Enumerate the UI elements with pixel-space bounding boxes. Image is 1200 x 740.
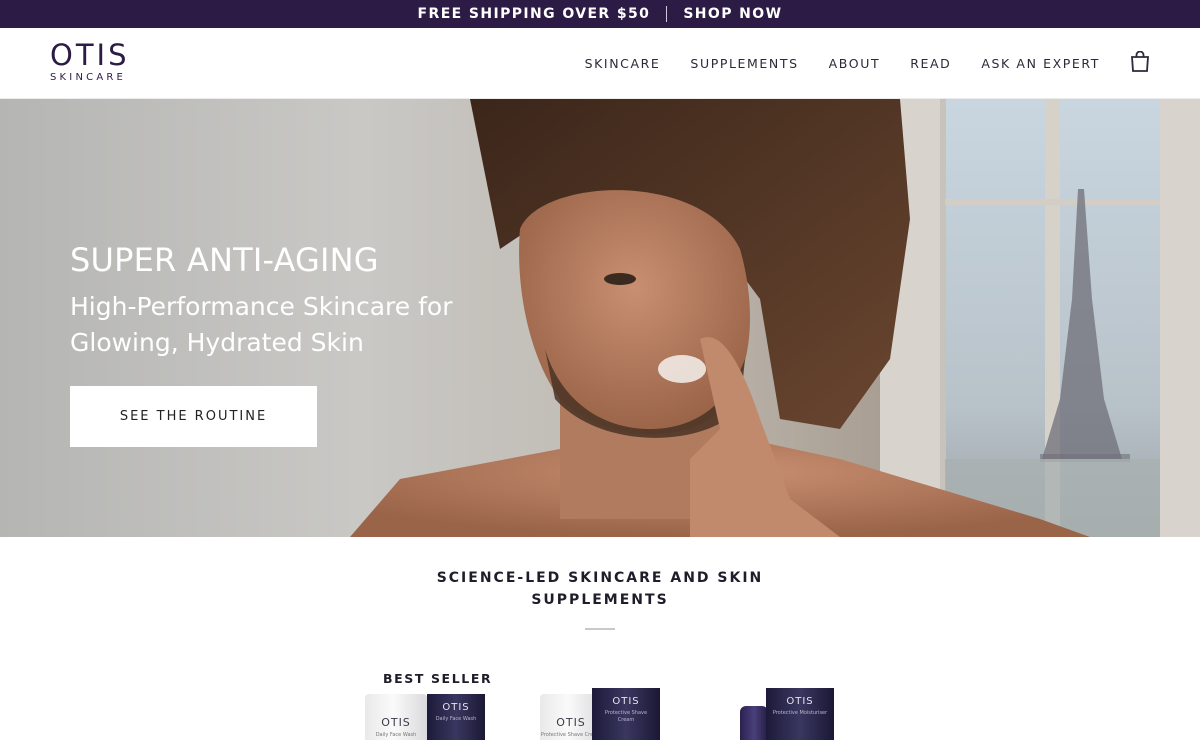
logo-subtitle: SKINCARE <box>50 72 127 83</box>
box-brand: OTIS <box>442 702 470 713</box>
free-shipping-text: FREE SHIPPING OVER $50 <box>417 6 651 22</box>
hero-banner: SUPER ANTI-AGING High-Performance Skinca… <box>0 99 1200 537</box>
section-title: SCIENCE-LED SKINCARE AND SKIN SUPPLEMENT… <box>436 570 764 608</box>
product-card[interactable]: OTIS Daily Face Wash OTIS Daily Face Was… <box>365 686 490 740</box>
hero-subtitle: High-Performance Skincare for Glowing, H… <box>70 292 453 357</box>
section-divider <box>585 628 615 630</box>
tube-text: Daily Face Wash <box>375 732 417 738</box>
product-card[interactable]: OTIS Protective Shave Cream OTIS Protect… <box>540 686 665 740</box>
see-the-routine-button[interactable]: SEE THE ROUTINE <box>70 386 317 447</box>
hero-title: SUPER ANTI-AGING <box>70 241 379 279</box>
box-brand: OTIS <box>786 696 814 707</box>
best-seller-badge: BEST SELLER <box>383 671 493 686</box>
product-box: OTIS Protective Moisturiser <box>766 688 834 740</box>
site-header: OTIS SKINCARE SKINCARE SUPPLEMENTS ABOUT… <box>0 28 1200 99</box>
nav-skincare[interactable]: SKINCARE <box>585 56 661 71</box>
product-bottle <box>740 706 768 740</box>
brand-logo[interactable]: OTIS SKINCARE <box>50 38 160 84</box>
shopping-bag-icon[interactable] <box>1129 51 1151 73</box>
box-brand: OTIS <box>612 696 640 707</box>
main-nav: SKINCARE SUPPLEMENTS ABOUT READ ASK AN E… <box>555 28 1100 99</box>
box-text: Protective Moisturiser <box>772 710 828 716</box>
logo-wordmark: OTIS <box>50 38 130 72</box>
product-card[interactable]: OTIS Protective Moisturiser <box>740 686 840 740</box>
announcement-divider <box>666 6 668 22</box>
product-box: OTIS Protective Shave Cream <box>592 688 660 740</box>
nav-ask-an-expert[interactable]: ASK AN EXPERT <box>981 56 1100 71</box>
shop-now-link[interactable]: SHOP NOW <box>683 6 782 22</box>
nav-read[interactable]: READ <box>910 56 951 71</box>
nav-about[interactable]: ABOUT <box>829 56 881 71</box>
tube-brand: OTIS <box>381 716 411 729</box>
nav-supplements[interactable]: SUPPLEMENTS <box>690 56 798 71</box>
announcement-bar: FREE SHIPPING OVER $50 SHOP NOW <box>0 0 1200 28</box>
product-box: OTIS Daily Face Wash <box>427 694 485 740</box>
box-text: Protective Shave Cream <box>604 710 648 723</box>
box-text: Daily Face Wash <box>435 716 477 722</box>
product-tube: OTIS Daily Face Wash <box>365 694 427 740</box>
